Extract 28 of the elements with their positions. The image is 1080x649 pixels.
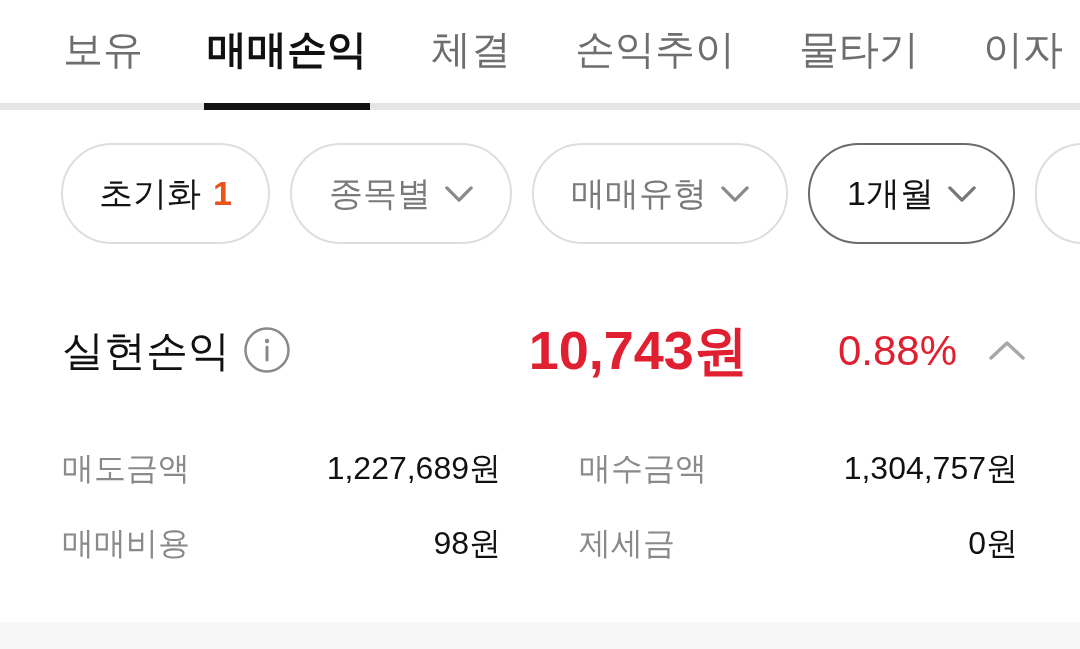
detail-value: 1,304,757원 <box>843 449 1018 488</box>
detail-label: 제세금 <box>579 524 675 563</box>
tab[interactable]: 이자 <box>980 0 1066 110</box>
realized-profit-amount: 10,743원 <box>528 318 748 382</box>
chevron-down-icon <box>720 185 749 202</box>
detail-label: 매수금액 <box>579 449 707 488</box>
profit-rate: 0.88% <box>837 325 957 376</box>
detail-value: 98원 <box>433 524 501 563</box>
detail-label: 매도금액 <box>62 449 190 488</box>
tab[interactable]: 보유 <box>60 0 146 110</box>
detail-label: 매매비용 <box>62 524 190 563</box>
detail-value: 1,227,689원 <box>326 449 501 488</box>
tab[interactable]: 물타기 <box>796 0 922 110</box>
info-icon[interactable] <box>244 327 290 373</box>
filter-count: 1 <box>213 173 232 214</box>
tab[interactable]: 체결 <box>428 0 514 110</box>
filter-dropdown[interactable]: 1개월 <box>807 143 1015 244</box>
filter-dropdown[interactable]: 매매유형 <box>531 143 788 244</box>
collapse-chevron-icon[interactable] <box>989 340 1025 360</box>
reset-label: 초기화 <box>99 173 201 214</box>
realized-profit-label: 실현손익 <box>62 325 230 376</box>
chevron-down-icon <box>947 185 976 202</box>
tab[interactable]: 손익추이 <box>572 0 738 110</box>
tab[interactable]: 매매손익 <box>204 0 370 110</box>
detail-value: 0원 <box>968 524 1018 563</box>
filter-dropdown[interactable]: 종목별 <box>289 143 512 244</box>
chevron-down-icon <box>444 185 473 202</box>
reset-filter-button[interactable]: 초기화 1 <box>61 143 270 244</box>
